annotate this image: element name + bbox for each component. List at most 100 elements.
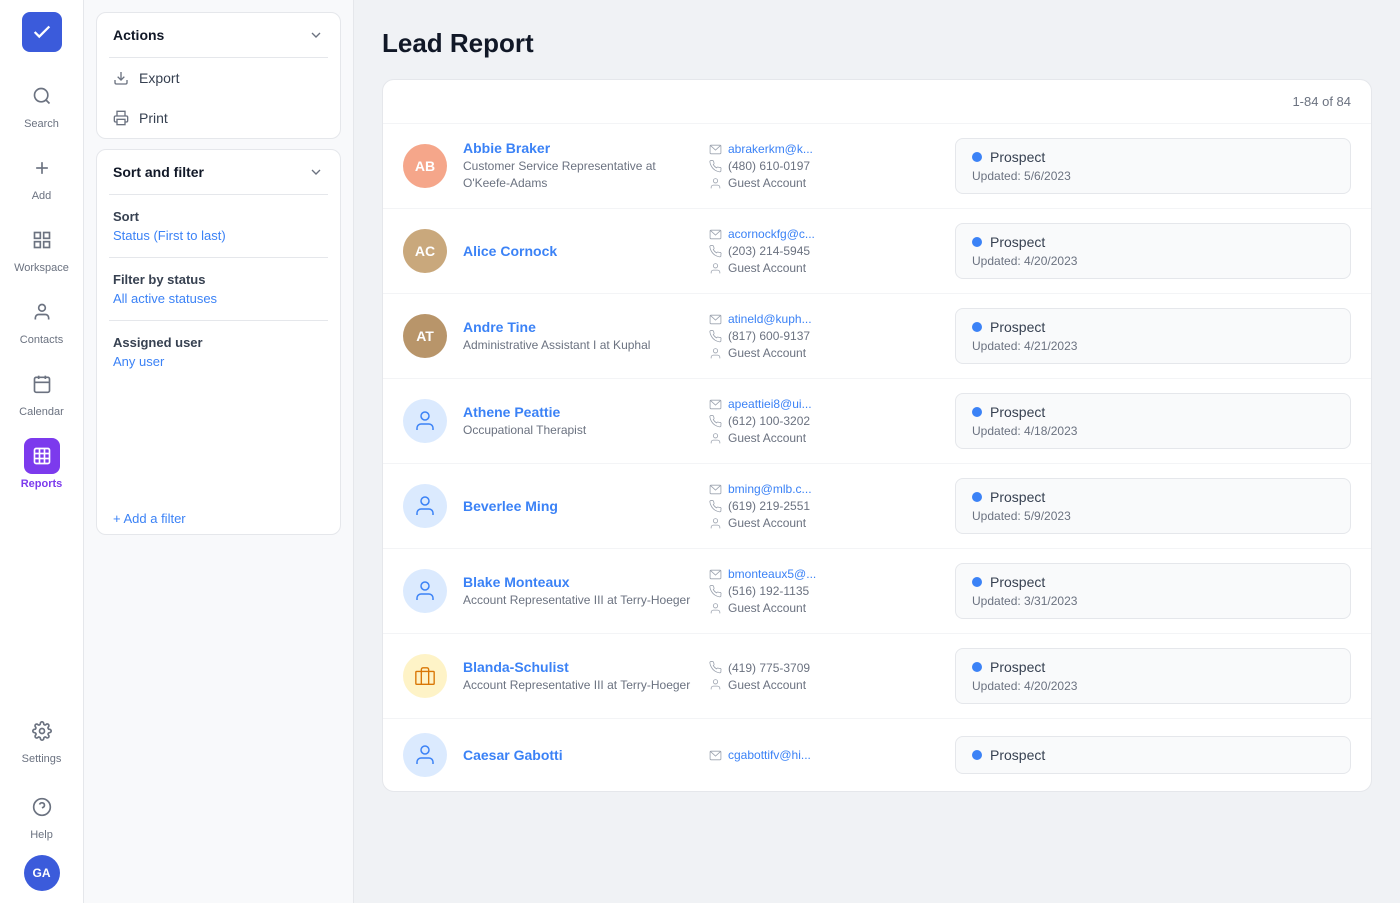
table-row: AT Andre Tine Administrative Assistant I… (383, 294, 1371, 379)
assigned-user-value[interactable]: Any user (113, 354, 324, 369)
lead-name[interactable]: Blake Monteaux (463, 574, 693, 590)
sidebar-item-reports[interactable]: Reports (0, 428, 83, 500)
email-link[interactable]: atineld@kuph... (728, 312, 812, 326)
lead-updated: Updated: 5/9/2023 (972, 509, 1334, 523)
avatar: AB (403, 144, 447, 188)
lead-account: Guest Account (709, 678, 939, 692)
export-button[interactable]: Export (97, 58, 340, 98)
email-link[interactable]: acornockfg@c... (728, 227, 815, 241)
email-link[interactable]: cgabottifv@hi... (728, 748, 811, 762)
account-text: Guest Account (728, 516, 806, 530)
lead-status-card: Prospect Updated: 4/20/2023 (955, 648, 1351, 704)
lead-contact: abrakerkm@k... (480) 610-0197 Guest Acco… (709, 142, 939, 190)
table-row: Blake Monteaux Account Representative II… (383, 549, 1371, 634)
lead-name[interactable]: Blanda-Schulist (463, 659, 693, 675)
status-dot (972, 750, 982, 760)
email-link[interactable]: bming@mlb.c... (728, 482, 812, 496)
phone-text: (612) 100-3202 (728, 414, 810, 428)
lead-title: Administrative Assistant I at Kuphal (463, 337, 693, 354)
sidebar-item-search[interactable]: Search (0, 68, 83, 140)
status-dot (972, 662, 982, 672)
sidebar-search-label: Search (24, 118, 59, 130)
lead-status-row: Prospect (972, 234, 1334, 250)
lead-email: atineld@kuph... (709, 312, 939, 326)
lead-info: Caesar Gabotti (463, 747, 693, 763)
lead-name[interactable]: Caesar Gabotti (463, 747, 693, 763)
sidebar: Search Add Workspace Contacts (0, 0, 84, 903)
sort-filter-header[interactable]: Sort and filter (97, 150, 340, 194)
sidebar-item-help[interactable]: Help (0, 779, 83, 851)
avatar (403, 484, 447, 528)
table-row: Blanda-Schulist Account Representative I… (383, 634, 1371, 719)
sidebar-item-calendar[interactable]: Calendar (0, 356, 83, 428)
user-avatar[interactable]: GA (24, 855, 60, 891)
lead-name[interactable]: Abbie Braker (463, 140, 693, 156)
lead-status-row: Prospect (972, 489, 1334, 505)
email-link[interactable]: bmonteaux5@... (728, 567, 816, 581)
lead-name[interactable]: Beverlee Ming (463, 498, 693, 514)
lead-status-row: Prospect (972, 404, 1334, 420)
sidebar-item-add[interactable]: Add (0, 140, 83, 212)
lead-status-row: Prospect (972, 149, 1334, 165)
account-text: Guest Account (728, 261, 806, 275)
lead-phone: (419) 775-3709 (709, 661, 939, 675)
print-button[interactable]: Print (97, 98, 340, 138)
lead-updated: Updated: 3/31/2023 (972, 594, 1334, 608)
table-row: AC Alice Cornock acornockfg@c... (203) 2… (383, 209, 1371, 294)
lead-name[interactable]: Athene Peattie (463, 404, 693, 420)
left-panel: Actions Export Print Sort and fi (84, 0, 354, 903)
lead-contact: bming@mlb.c... (619) 219-2551 Guest Acco… (709, 482, 939, 530)
add-filter-button[interactable]: + Add a filter (97, 503, 340, 534)
app-logo[interactable] (22, 12, 62, 52)
lead-updated: Updated: 4/21/2023 (972, 339, 1334, 353)
avatar (403, 399, 447, 443)
actions-header[interactable]: Actions (97, 13, 340, 57)
sidebar-item-settings[interactable]: Settings (0, 703, 83, 775)
phone-text: (516) 192-1135 (728, 584, 809, 598)
status-filter-value[interactable]: All active statuses (113, 291, 324, 306)
lead-status-text: Prospect (990, 149, 1045, 165)
sidebar-settings-label: Settings (22, 753, 62, 765)
sidebar-item-contacts[interactable]: Contacts (0, 284, 83, 356)
table-row: Athene Peattie Occupational Therapist ap… (383, 379, 1371, 464)
print-label: Print (139, 110, 168, 126)
account-text: Guest Account (728, 601, 806, 615)
lead-phone: (619) 219-2551 (709, 499, 939, 513)
actions-section: Actions Export Print (96, 12, 341, 139)
avatar (403, 569, 447, 613)
sort-label: Sort (113, 209, 324, 224)
lead-phone: (203) 214-5945 (709, 244, 939, 258)
lead-status-card: Prospect Updated: 3/31/2023 (955, 563, 1351, 619)
lead-name[interactable]: Andre Tine (463, 319, 693, 335)
lead-status-row: Prospect (972, 319, 1334, 335)
account-text: Guest Account (728, 176, 806, 190)
lead-email: apeattiei8@ui... (709, 397, 939, 411)
lead-info: Beverlee Ming (463, 498, 693, 514)
table-row: Beverlee Ming bming@mlb.c... (619) 219-2… (383, 464, 1371, 549)
lead-email: acornockfg@c... (709, 227, 939, 241)
lead-updated: Updated: 5/6/2023 (972, 169, 1334, 183)
email-link[interactable]: abrakerkm@k... (728, 142, 813, 156)
lead-status-card: Prospect (955, 736, 1351, 774)
sidebar-reports-label: Reports (21, 478, 63, 490)
lead-status-row: Prospect (972, 659, 1334, 675)
sort-value[interactable]: Status (First to last) (113, 228, 324, 243)
lead-status-card: Prospect Updated: 5/9/2023 (955, 478, 1351, 534)
lead-info: Blake Monteaux Account Representative II… (463, 574, 693, 609)
lead-status-card: Prospect Updated: 5/6/2023 (955, 138, 1351, 194)
lead-phone: (480) 610-0197 (709, 159, 939, 173)
avatar: AT (403, 314, 447, 358)
lead-contact: acornockfg@c... (203) 214-5945 Guest Acc… (709, 227, 939, 275)
sidebar-help-label: Help (30, 829, 53, 841)
leads-list: AB Abbie Braker Customer Service Represe… (383, 124, 1371, 791)
sidebar-item-workspace[interactable]: Workspace (0, 212, 83, 284)
sort-group: Sort Status (First to last) (97, 195, 340, 257)
lead-title: Account Representative III at Terry-Hoeg… (463, 592, 693, 609)
avatar (403, 654, 447, 698)
sort-filter-section: Sort and filter Sort Status (First to la… (96, 149, 341, 535)
pagination-info: 1-84 of 84 (1292, 94, 1351, 109)
lead-name[interactable]: Alice Cornock (463, 243, 693, 259)
email-link[interactable]: apeattiei8@ui... (728, 397, 812, 411)
phone-text: (619) 219-2551 (728, 499, 810, 513)
lead-account: Guest Account (709, 176, 939, 190)
